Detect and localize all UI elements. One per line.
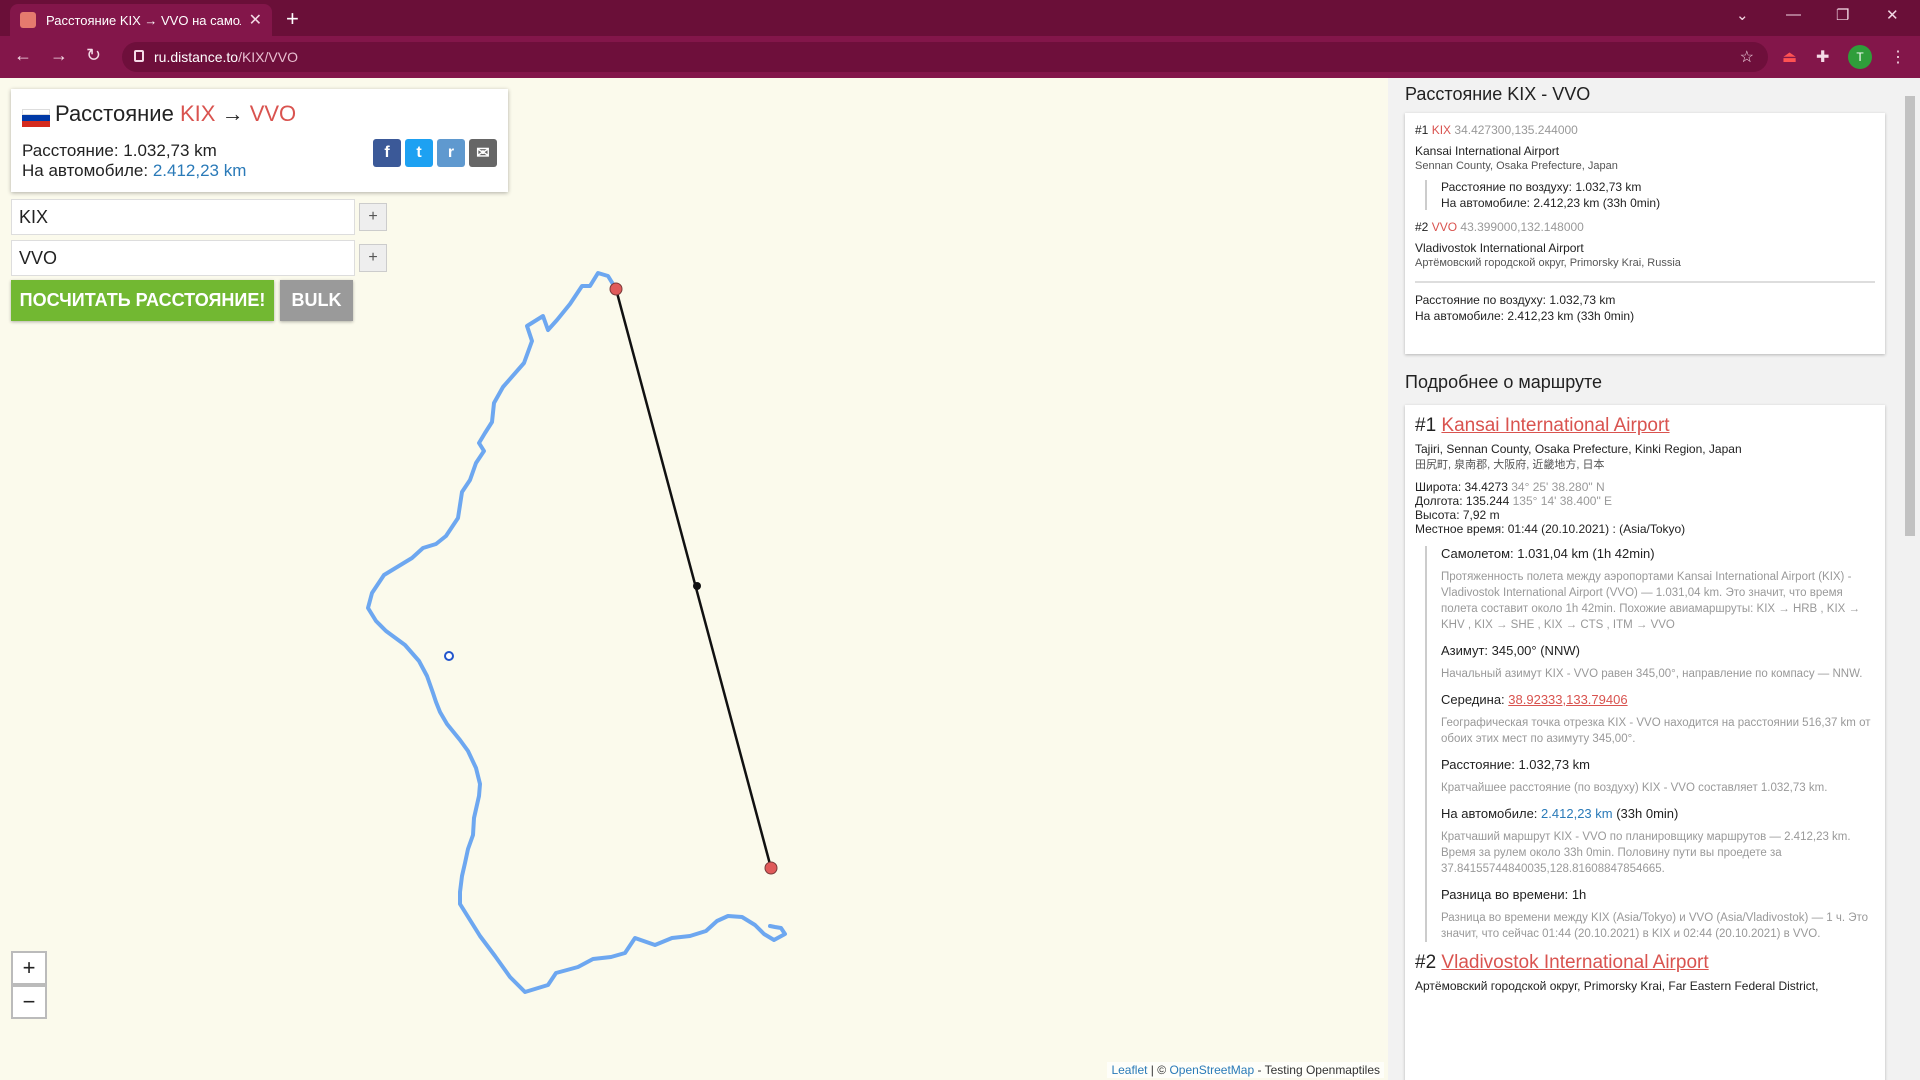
favicon-icon	[20, 12, 36, 28]
url-path: /KIX/VVO	[238, 49, 298, 65]
map-attribution: Leaflet | © OpenStreetMap - Testing Open…	[1107, 1062, 1384, 1078]
sidebar-scrollbar[interactable]	[1900, 78, 1920, 1080]
midpoint-heading: Середина: 38.92333,133.79406	[1441, 692, 1628, 707]
distance-summary-card: Расстояние KIX → VVO Расстояние: 1.032,7…	[11, 89, 508, 192]
close-tab-icon[interactable]: ✕	[249, 10, 262, 30]
bulk-button[interactable]: BULK	[280, 280, 353, 321]
air-distance-line	[614, 288, 773, 869]
altitude: Высота: 7,92 m	[1415, 508, 1500, 522]
bookmark-star-icon[interactable]: ☆	[1740, 47, 1754, 67]
flight-heading: Самолетом: 1.031,04 km (1h 42min)	[1441, 546, 1655, 561]
total-air-distance: Расстояние по воздуху: 1.032,73 km	[1415, 293, 1616, 307]
driving-route-line	[366, 271, 787, 994]
timezone-heading: Разница во времени: 1h	[1441, 887, 1587, 902]
place2-address: Артёмовский городской округ, Primorsky K…	[1415, 979, 1819, 993]
zoom-in-button[interactable]: +	[11, 951, 47, 985]
point1-code-link[interactable]: KIX	[1432, 123, 1451, 137]
point2-line: #2 VVO 43.399000,132.148000	[1415, 220, 1584, 234]
extensions-icon[interactable]: ✚	[1816, 47, 1829, 67]
browser-chrome: Расстояние KIX → VVO на самол ✕ + ⌄ — ❐ …	[0, 0, 1920, 78]
osm-link[interactable]: OpenStreetMap	[1169, 1063, 1254, 1077]
midpoint-link[interactable]: 38.92333,133.79406	[1508, 692, 1627, 707]
tab-title: Расстояние KIX → VVO на самол	[46, 12, 241, 28]
distance-heading: Расстояние: 1.032,73 km	[1441, 757, 1590, 772]
car-distance-link[interactable]: 2.412,23 km	[153, 161, 247, 180]
tab-bar: Расстояние KIX → VVO на самол ✕ + ⌄ — ❐ …	[0, 0, 1920, 36]
add-destination-button[interactable]: +	[359, 244, 387, 272]
point1-region: Sennan County, Osaka Prefecture, Japan	[1415, 160, 1618, 172]
flight-text: Протяженность полета между аэропортами K…	[1441, 571, 1861, 631]
scrollbar-thumb[interactable]	[1905, 96, 1915, 536]
place1-address: Tajiri, Sennan County, Osaka Prefecture,…	[1415, 442, 1742, 456]
place2-title: #2 Vladivostok International Airport	[1415, 952, 1709, 973]
back-icon[interactable]: ←	[14, 45, 32, 66]
leaflet-link[interactable]: Leaflet	[1111, 1063, 1147, 1077]
menu-icon[interactable]: ⋮	[1890, 47, 1906, 67]
minimize-icon[interactable]: —	[1786, 6, 1801, 23]
details-box: #1 Kansai International Airport Tajiri, …	[1405, 405, 1885, 1080]
latitude: Широта: 34.4273 34° 25' 38.280" N	[1415, 480, 1605, 494]
tab-search-icon[interactable]: ⌄	[1736, 6, 1749, 24]
midpoint-marker[interactable]	[693, 582, 701, 590]
route-midpoint-marker[interactable]	[444, 651, 454, 661]
details-sidebar: Расстояние KIX - VVO #1 KIX 34.427300,13…	[1388, 78, 1920, 1080]
twitter-share-icon[interactable]: t	[405, 139, 433, 167]
local-time: Местное время: 01:44 (20.10.2021) : (Asi…	[1415, 522, 1686, 536]
russia-flag-icon	[22, 109, 50, 127]
distance-line: Расстояние: 1.032,73 km	[22, 141, 217, 160]
summary-heading: Расстояние KIX - VVO	[1405, 84, 1591, 104]
car-route-link[interactable]: 2.412,23 km	[1541, 806, 1613, 821]
place1-address-local: 田尻町, 泉南郡, 大阪府, 近畿地方, 日本	[1415, 459, 1605, 471]
midpoint-text: Географическая точка отрезка KIX - VVO н…	[1441, 717, 1871, 745]
place1-link[interactable]: Kansai International Airport	[1441, 415, 1669, 436]
pdf-extension-icon[interactable]: ⏏	[1782, 47, 1797, 67]
car-heading: На автомобиле: 2.412,23 km (33h 0min)	[1441, 806, 1679, 821]
close-window-icon[interactable]: ✕	[1886, 6, 1899, 24]
summary-divider	[1415, 281, 1875, 283]
profile-avatar[interactable]: T	[1848, 45, 1872, 69]
url-domain: ru.distance.to	[154, 49, 239, 65]
lock-icon	[134, 50, 144, 62]
total-car-distance-link[interactable]: На автомобиле: 2.412,23 km (33h 0min)	[1415, 309, 1875, 323]
browser-tab[interactable]: Расстояние KIX → VVO на самол ✕	[10, 4, 272, 36]
details-heading: Подробнее о маршруте	[1405, 372, 1603, 392]
distance-text: Кратчайшее расстояние (по воздуху) KIX -…	[1441, 782, 1828, 794]
timezone-text: Разница во времени между KIX (Asia/Tokyo…	[1441, 912, 1869, 940]
forward-icon[interactable]: →	[50, 45, 68, 66]
azimuth-text: Начальный азимут KIX - VVO равен 345,00°…	[1441, 668, 1863, 680]
point1-line: #1 KIX 34.427300,135.244000	[1415, 123, 1578, 137]
map-area[interactable]: Расстояние KIX → VVO Расстояние: 1.032,7…	[0, 78, 1388, 1080]
page-title: Расстояние KIX → VVO	[55, 101, 297, 126]
zoom-out-button[interactable]: −	[11, 985, 47, 1019]
restore-icon[interactable]: ❐	[1836, 6, 1849, 24]
facebook-share-icon[interactable]: f	[373, 139, 401, 167]
origin-input[interactable]: KIX	[11, 199, 355, 235]
new-tab-icon[interactable]: +	[286, 6, 299, 32]
origin-marker[interactable]	[609, 282, 623, 296]
point2-name: Vladivostok International Airport	[1415, 241, 1584, 255]
car-distance-line: На автомобиле: 2.412,23 km	[22, 161, 247, 180]
browser-toolbar: ← → ↻ ru.distance.to/KIX/VVO ☆ ⏏ ✚ T ⋮	[0, 36, 1920, 78]
leg-car-distance-link[interactable]: На автомобиле: 2.412,23 km (33h 0min)	[1441, 196, 1875, 210]
point2-region: Артёмовский городской округ, Primorsky K…	[1415, 257, 1681, 269]
car-text: Кратчаший маршрут KIX - VVO по планировщ…	[1441, 831, 1851, 875]
summary-box: #1 KIX 34.427300,135.244000 Kansai Inter…	[1405, 113, 1885, 354]
azimuth-heading: Азимут: 345,00° (NNW)	[1441, 643, 1580, 658]
email-share-icon[interactable]: ✉	[469, 139, 497, 167]
reddit-share-icon[interactable]: r	[437, 139, 465, 167]
place1-title: #1 Kansai International Airport	[1415, 415, 1670, 436]
leg-air-distance: Расстояние по воздуху: 1.032,73 km	[1441, 180, 1642, 194]
reload-icon[interactable]: ↻	[86, 45, 101, 66]
calculate-distance-button[interactable]: ПОСЧИТАТЬ РАССТОЯНИЕ!	[11, 280, 274, 321]
destination-input[interactable]: VVO	[11, 240, 355, 276]
add-origin-button[interactable]: +	[359, 203, 387, 231]
point2-code-link[interactable]: VVO	[1432, 220, 1457, 234]
point1-name: Kansai International Airport	[1415, 144, 1560, 158]
place2-link[interactable]: Vladivostok International Airport	[1441, 952, 1708, 973]
address-bar[interactable]: ru.distance.to/KIX/VVO ☆	[122, 42, 1768, 72]
destination-marker[interactable]	[764, 861, 778, 875]
longitude: Долгота: 135.244 135° 14' 38.400" E	[1415, 494, 1613, 508]
